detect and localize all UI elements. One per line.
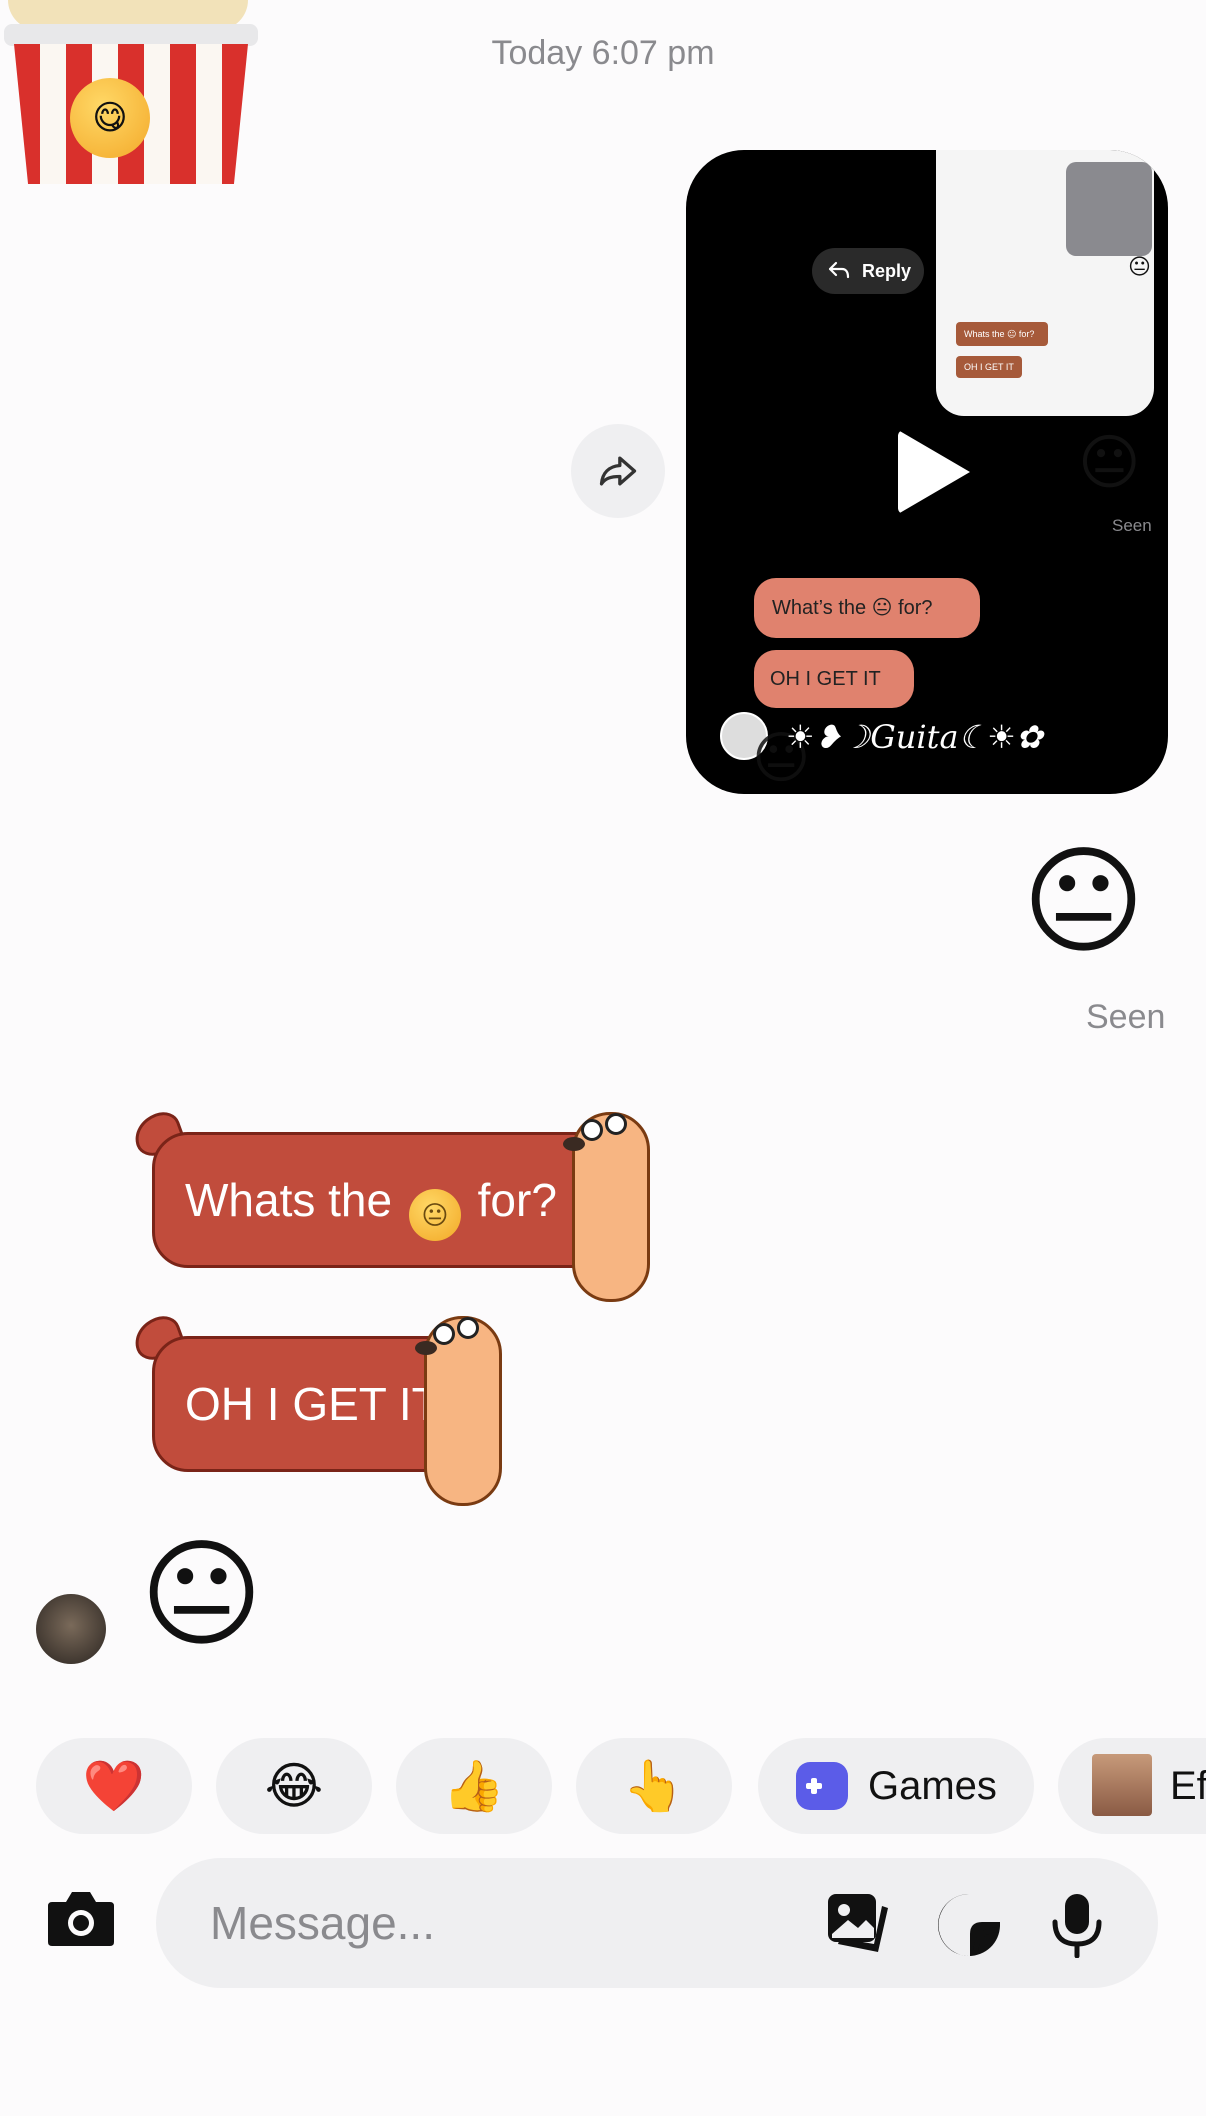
message-composer[interactable] [156, 1858, 1158, 1988]
outgoing-emoji-message[interactable]: 😐 [1022, 832, 1145, 972]
games-button[interactable]: Games [758, 1738, 1034, 1834]
thumbnail-emoji: 😐 [1128, 254, 1151, 279]
thumbnail-bubble-1: Whats the 😐 for? [956, 322, 1048, 346]
sticker-text-before: Whats the [185, 1174, 393, 1226]
dog-eye [605, 1113, 627, 1135]
microphone-icon[interactable] [1048, 1892, 1106, 1958]
incoming-emoji-message[interactable]: 😐 [140, 1520, 263, 1670]
sticker-dog-icon [415, 1316, 502, 1506]
dog-eye [581, 1119, 603, 1141]
sticker-text-after: for? [477, 1174, 557, 1226]
incoming-sticker-message[interactable]: OH I GET IT [128, 1310, 512, 1506]
play-icon[interactable] [898, 430, 970, 514]
reply-button[interactable]: Reply [812, 248, 924, 294]
video-bubble-1: What’s the 😐 for? [754, 578, 980, 638]
popcorn-sticker[interactable]: 😋 [0, 0, 262, 184]
dog-eye [433, 1323, 455, 1345]
effects-label: Effects [1170, 1764, 1206, 1808]
sticker-bubble: Whats the 😐 for? [152, 1132, 618, 1268]
sticker-bubble: OH I GET IT [152, 1336, 470, 1472]
shared-video-card[interactable]: 😐 Whats the 😐 for? OH I GET IT Reply 😐 S… [686, 150, 1168, 794]
reaction-point-up[interactable]: 👆 [576, 1738, 732, 1834]
seen-label: Seen [1086, 998, 1166, 1036]
video-seen-label: Seen [1112, 516, 1152, 535]
video-bubble-2: OH I GET IT [754, 650, 914, 708]
games-label: Games [868, 1764, 997, 1808]
video-thumbnail: 😐 Whats the 😐 for? OH I GET IT [936, 150, 1154, 416]
video-username: ☀︎❥☽Guita☾☀︎✿ [786, 718, 1043, 756]
thumbnail-bubble-2: OH I GET IT [956, 356, 1022, 378]
camera-button[interactable] [46, 1888, 122, 1950]
reply-arrow-icon [828, 261, 850, 279]
video-emoji: 😐 [1078, 429, 1141, 496]
reaction-thumbs-up[interactable]: 👍 [396, 1738, 552, 1834]
message-input[interactable] [210, 1888, 730, 1958]
forward-button[interactable] [571, 424, 665, 518]
dog-nose [415, 1341, 437, 1355]
gallery-icon[interactable] [824, 1892, 892, 1956]
effects-thumbnail [1092, 1754, 1152, 1816]
effects-button[interactable]: Effects [1058, 1738, 1206, 1834]
message-timestamp: Today 6:07 pm [491, 34, 715, 72]
sticker-icon[interactable] [936, 1892, 1002, 1958]
sender-avatar[interactable] [36, 1594, 106, 1664]
sticker-inline-emoji: 😐 [408, 1189, 461, 1241]
dog-eye [457, 1317, 479, 1339]
sticker-dog-icon [563, 1112, 650, 1302]
reaction-laugh[interactable]: 😂 [216, 1738, 372, 1834]
camera-icon [48, 1892, 114, 1946]
reaction-heart[interactable]: ❤️ [36, 1738, 192, 1834]
reply-label: Reply [862, 261, 912, 281]
thumbnail-image [1066, 162, 1152, 256]
popcorn-face-emoji: 😋 [70, 78, 150, 158]
incoming-sticker-message[interactable]: Whats the 😐 for? [128, 1106, 662, 1302]
dog-nose [563, 1137, 585, 1151]
forward-arrow-icon [599, 456, 637, 486]
game-controller-icon [796, 1762, 848, 1810]
